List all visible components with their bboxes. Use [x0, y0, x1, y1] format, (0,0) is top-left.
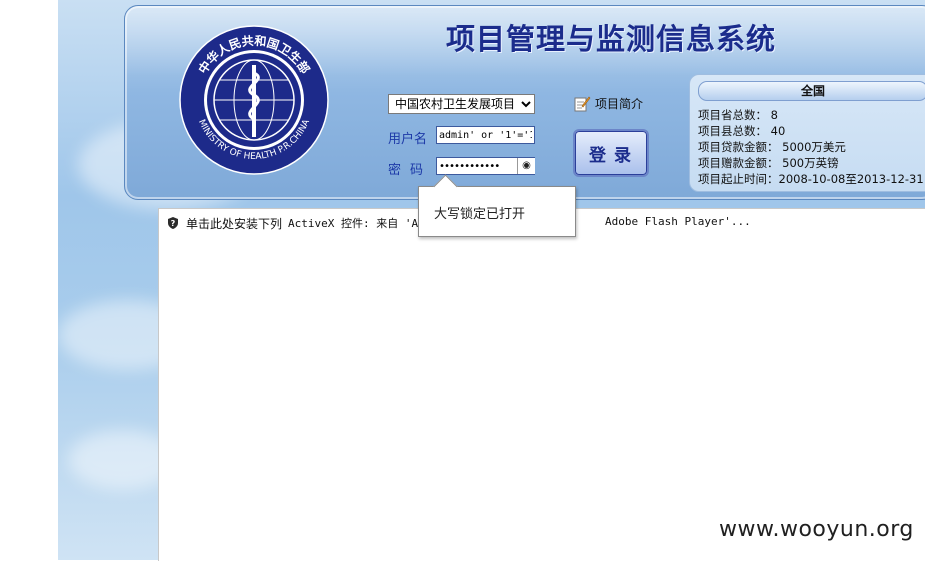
tooltip-text: 大写锁定已打开: [434, 207, 526, 222]
watermark: www.wooyun.org: [719, 517, 914, 542]
eye-icon[interactable]: ◉: [517, 158, 535, 174]
edit-note-icon: [574, 96, 591, 112]
project-select[interactable]: 中国农村卫生发展项目: [388, 94, 535, 114]
stat-period: 项目起止时间：2008-10-08至2013-12-31: [698, 172, 924, 186]
shield-warning-icon: ?: [168, 217, 178, 229]
stat-loan: 项目贷款金额： 5000万美元: [698, 140, 846, 154]
stat-counties: 项目县总数： 40: [698, 124, 786, 138]
capslock-tooltip: 大写锁定已打开: [418, 174, 576, 237]
stat-grant: 项目赠款金额： 500万英镑: [698, 156, 839, 170]
username-label: 用户名: [388, 132, 428, 147]
password-label: 密码: [388, 163, 433, 178]
content-area: [158, 208, 925, 561]
stats-panel: 全国 项目省总数： 8 项目县总数： 40 项目贷款金额： 5000万美元 项目…: [689, 74, 925, 192]
page-title: 项目管理与监测信息系统: [446, 22, 777, 56]
project-intro-label: 项目简介: [595, 96, 644, 111]
activex-infobar[interactable]: ? 单击此处安装下列 ActiveX 控件: 来自 'Ac Adobe Flas…: [166, 214, 751, 232]
login-button[interactable]: 登录: [573, 129, 649, 177]
infobar-text-tail: Adobe Flash Player'...: [605, 215, 751, 228]
stats-header: 全国: [698, 81, 925, 101]
project-intro-link[interactable]: 项目简介: [573, 93, 643, 113]
infobar-text-cn: 单击此处安装下列: [186, 216, 283, 231]
username-input[interactable]: [436, 126, 535, 144]
stat-provinces: 项目省总数： 8: [698, 108, 778, 122]
svg-text:?: ?: [171, 219, 176, 228]
ministry-of-health-logo: 中华人民共和国卫生部 MINISTRY OF HEALTH P.R.CHINA: [179, 25, 329, 175]
infobar-text-activex: ActiveX 控件: 来自 'Ac: [288, 217, 425, 230]
